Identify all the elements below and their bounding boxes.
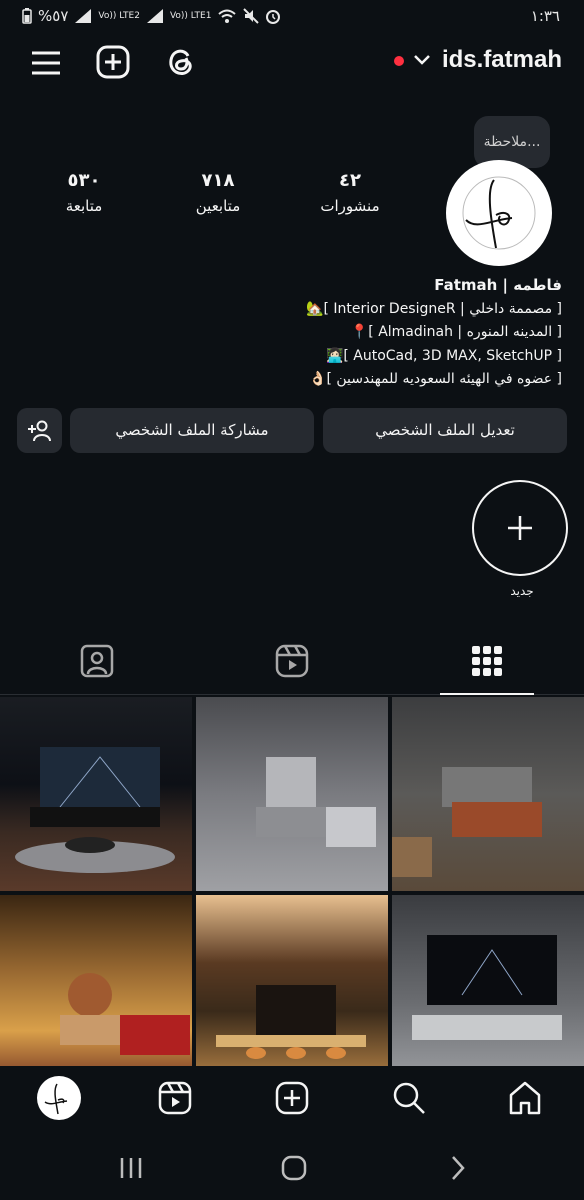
clock: ١:٣٦ — [530, 7, 560, 25]
posts-count: ٤٢ — [339, 170, 361, 191]
signal-icon — [146, 9, 163, 23]
plus-icon — [508, 516, 532, 540]
home-button-icon[interactable] — [280, 1154, 308, 1182]
following-stat[interactable]: ٥٣٠ متابعة — [34, 170, 134, 215]
new-highlight-label: جديد — [510, 584, 534, 598]
share-profile-button[interactable]: مشاركة الملف الشخصي — [70, 408, 314, 453]
post-image — [216, 985, 366, 1059]
new-highlight-button[interactable] — [472, 480, 568, 576]
create-icon[interactable] — [95, 44, 131, 80]
tab-grid[interactable] — [390, 636, 584, 695]
system-nav-bar — [0, 1140, 584, 1200]
logo-icon — [462, 176, 536, 250]
followers-label: متابعين — [195, 197, 241, 215]
grid-post[interactable] — [196, 697, 388, 891]
posts-stat[interactable]: ٤٢ منشورات — [300, 170, 400, 215]
following-count: ٥٣٠ — [67, 170, 101, 191]
recents-icon[interactable] — [118, 1156, 144, 1180]
post-image — [256, 757, 376, 847]
battery-icon — [22, 8, 32, 24]
grid-post[interactable] — [392, 895, 584, 1089]
bio-line: [ المدينه المنوره | Almadinah ]📍 — [350, 324, 562, 340]
profile-header: ids.fatmah — [0, 36, 584, 88]
search-icon[interactable] — [392, 1081, 426, 1115]
post-image — [392, 767, 542, 877]
create-icon[interactable] — [275, 1081, 309, 1115]
grid-post[interactable] — [0, 697, 192, 891]
signal-icon — [75, 9, 92, 23]
chevron-down-icon[interactable] — [412, 52, 432, 68]
post-image — [15, 747, 175, 873]
grid-icon — [472, 646, 502, 676]
bio-line: [ عضوه في الهيئه السعوديه للمهندسين ]👌🏻 — [309, 371, 562, 387]
tagged-icon — [80, 644, 114, 678]
mute-icon — [243, 8, 260, 24]
followers-count: ٧١٨ — [201, 170, 235, 191]
bio-line: [ AutoCad, 3D MAX, SketchUP ]👩🏻‍💻 — [325, 347, 562, 364]
profile-tabs — [0, 636, 584, 695]
back-icon[interactable] — [448, 1154, 468, 1182]
note-bubble[interactable]: ملاحظة... — [474, 116, 550, 168]
posts-label: منشورات — [320, 197, 380, 215]
sim2-label: Vo)) LTE2 — [98, 10, 140, 21]
home-icon[interactable] — [508, 1081, 542, 1115]
bio: فاطمه | Fatmah [ مصممة داخلي | Interior … — [22, 274, 562, 392]
menu-icon[interactable] — [28, 44, 64, 80]
profile-avatar[interactable] — [446, 160, 552, 266]
reels-icon — [275, 644, 309, 678]
add-person-icon — [27, 420, 51, 442]
reels-icon[interactable] — [158, 1081, 192, 1115]
alarm-icon — [266, 10, 281, 24]
tab-reels[interactable] — [195, 636, 389, 694]
grid-post[interactable] — [392, 697, 584, 891]
battery-level: %٥٧ — [38, 7, 69, 25]
edit-profile-button[interactable]: تعديل الملف الشخصي — [323, 408, 567, 453]
threads-icon[interactable] — [162, 44, 198, 80]
username[interactable]: ids.fatmah — [442, 46, 562, 74]
logo-icon — [44, 1083, 68, 1115]
post-image — [412, 935, 562, 1040]
followers-stat[interactable]: ٧١٨ متابعين — [168, 170, 268, 215]
sim1-label: Vo)) LTE1 — [169, 10, 212, 21]
grid-post[interactable] — [196, 895, 388, 1089]
display-name: فاطمه | Fatmah — [434, 276, 562, 294]
grid-post[interactable] — [0, 895, 192, 1089]
status-bar: %٥٧ Vo)) LTE2 Vo)) LTE1 ١:٣٦ — [0, 0, 584, 34]
nav-profile-avatar[interactable] — [37, 1076, 81, 1120]
discover-people-button[interactable] — [17, 408, 62, 453]
wifi-icon — [218, 9, 237, 23]
bottom-nav — [0, 1066, 584, 1136]
post-image — [60, 973, 190, 1055]
following-label: متابعة — [65, 197, 103, 215]
new-content-dot — [394, 56, 404, 66]
tab-tagged[interactable] — [0, 636, 194, 694]
bio-line: [ مصممة داخلي | Interior DesigneR ]🏡 — [306, 300, 562, 317]
